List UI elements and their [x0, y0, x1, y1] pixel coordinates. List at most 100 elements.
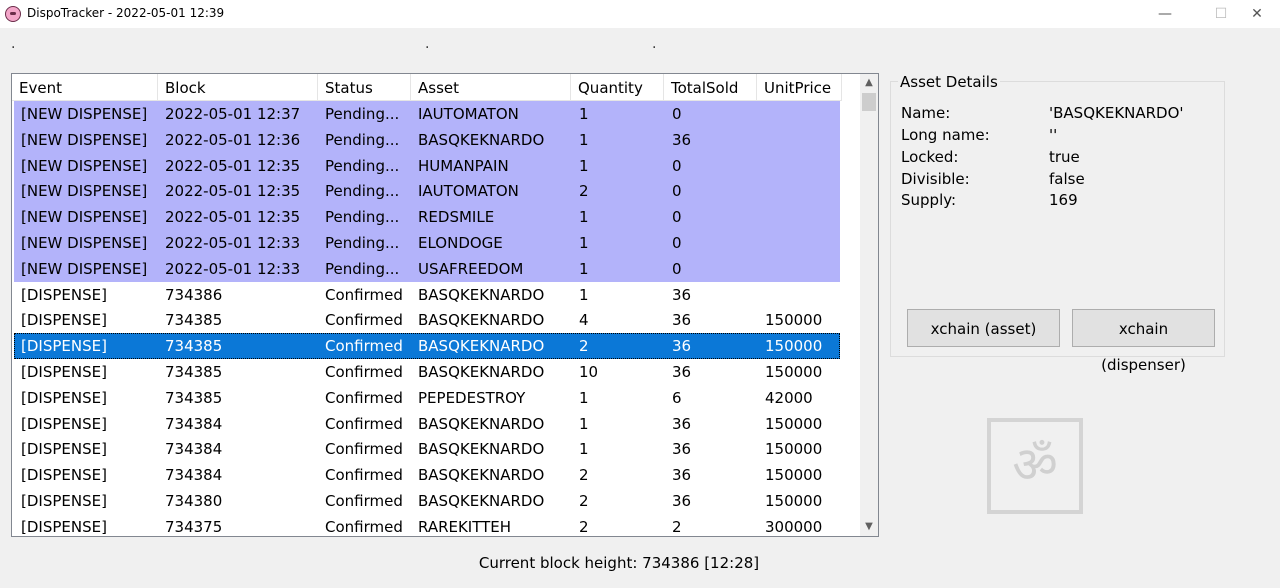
- scroll-up-arrow-icon[interactable]: ▲: [860, 74, 878, 92]
- cell-quantity: 2: [579, 182, 589, 201]
- cell-quantity: 1: [579, 440, 589, 459]
- table-row[interactable]: [DISPENSE] 734384 Confirmed BASQKEKNARDO 1 36…: [14, 411, 840, 437]
- close-button[interactable]: ✕: [1234, 0, 1280, 28]
- column-header-status[interactable]: Status: [318, 74, 411, 100]
- cell-status: Confirmed: [325, 440, 403, 459]
- column-header-block[interactable]: Block: [158, 74, 318, 100]
- cell-event: [DISPENSE]: [21, 440, 107, 459]
- column-header-unitprice[interactable]: UnitPrice: [757, 74, 842, 100]
- cell-totalsold: 0: [672, 182, 682, 201]
- cell-totalsold: 6: [672, 388, 682, 407]
- cell-quantity: 1: [579, 414, 589, 433]
- table-row[interactable]: [NEW DISPENSE] 2022-05-01 12:35 Pending...…: [14, 152, 840, 179]
- column-header-asset[interactable]: Asset: [411, 74, 571, 100]
- cell-event: [NEW DISPENSE]: [21, 182, 148, 201]
- table-row[interactable]: [DISPENSE] 734385 Confirmed BASQKEKNARDO 4 36…: [14, 307, 840, 333]
- name-label: Name:: [901, 104, 951, 122]
- cell-asset: USAFREEDOM: [418, 259, 524, 278]
- cell-asset: BASQKEKNARDO: [418, 285, 545, 304]
- vertical-scrollbar[interactable]: ▲ ▼: [860, 74, 878, 536]
- cell-quantity: 1: [579, 208, 589, 227]
- cell-event: [DISPENSE]: [21, 492, 107, 510]
- column-header-event[interactable]: Event: [12, 74, 158, 100]
- table-row[interactable]: [NEW DISPENSE] 2022-05-01 12:36 Pending...…: [14, 126, 840, 153]
- table-row[interactable]: [DISPENSE] 734375 Confirmed RAREKITTEH 2 2 300…: [14, 514, 840, 536]
- column-header-totalsold[interactable]: TotalSold: [664, 74, 757, 100]
- cell-status: Confirmed: [325, 337, 403, 356]
- block-height-status: Current block height: 734386 [12:28]: [478, 554, 760, 572]
- long-name-label: Long name:: [901, 126, 990, 144]
- cell-unitprice: 150000: [765, 363, 823, 381]
- scroll-down-arrow-icon[interactable]: ▼: [860, 518, 878, 536]
- cell-asset: REDSMILE: [418, 208, 495, 227]
- cell-unitprice: 150000: [765, 492, 823, 510]
- title-bar: DispoTracker - 2022-05-01 12:39 — ☐ ✕: [0, 0, 1280, 28]
- cell-block: 2022-05-01 12:35: [165, 208, 301, 227]
- cell-status: Pending...: [325, 156, 400, 175]
- scroll-thumb[interactable]: [862, 93, 876, 111]
- supply-label: Supply:: [901, 191, 957, 209]
- table-row[interactable]: [NEW DISPENSE] 2022-05-01 12:35 Pending...…: [14, 204, 840, 231]
- table-row[interactable]: [DISPENSE] 734385 Confirmed BASQKEKNARDO 10 3…: [14, 359, 840, 385]
- cell-event: [DISPENSE]: [21, 388, 107, 407]
- cell-quantity: 10: [579, 363, 599, 381]
- cell-block: 734384: [165, 466, 223, 485]
- menu-dot: .: [652, 36, 657, 52]
- cell-event: [DISPENSE]: [21, 414, 107, 433]
- cell-asset: HUMANPAIN: [418, 156, 509, 175]
- table-row[interactable]: [NEW DISPENSE] 2022-05-01 12:37 Pending...…: [14, 101, 840, 127]
- column-header-quantity[interactable]: Quantity: [571, 74, 664, 100]
- cell-quantity: 1: [579, 156, 589, 175]
- cell-totalsold: 0: [672, 208, 682, 227]
- cell-quantity: 4: [579, 311, 589, 330]
- table-row[interactable]: [DISPENSE] 734384 Confirmed BASQKEKNARDO 1 36…: [14, 436, 840, 462]
- table-row-selected[interactable]: [DISPENSE] 734385 Confirmed BASQKEKNARDO 2 36…: [14, 333, 840, 360]
- cell-asset: ELONDOGE: [418, 234, 503, 252]
- cell-quantity: 2: [579, 337, 589, 356]
- cell-block: 734384: [165, 414, 223, 433]
- divisible-value: false: [1049, 170, 1085, 188]
- supply-value: 169: [1049, 191, 1078, 209]
- window-title: DispoTracker - 2022-05-01 12:39: [27, 6, 225, 20]
- table-row[interactable]: [NEW DISPENSE] 2022-05-01 12:33 Pending...…: [14, 255, 840, 282]
- cell-event: [NEW DISPENSE]: [21, 234, 148, 252]
- cell-totalsold: 0: [672, 234, 682, 252]
- name-value: 'BASQKEKNARDO': [1049, 104, 1184, 122]
- cell-unitprice: 42000: [765, 388, 813, 407]
- long-name-value: '': [1049, 126, 1058, 144]
- table-row[interactable]: [DISPENSE] 734380 Confirmed BASQKEKNARDO 2 36…: [14, 488, 840, 514]
- dispense-grid[interactable]: Event Block Status Asset Quantity TotalS…: [11, 73, 879, 537]
- cell-event: [DISPENSE]: [21, 517, 107, 536]
- table-row[interactable]: [NEW DISPENSE] 2022-05-01 12:35 Pending...…: [14, 178, 840, 205]
- cell-status: Pending...: [325, 105, 400, 123]
- cell-totalsold: 36: [672, 492, 692, 510]
- cell-asset: IAUTOMATON: [418, 182, 519, 201]
- menu-dot: .: [11, 36, 16, 52]
- cell-quantity: 1: [579, 285, 589, 304]
- grid-header: Event Block Status Asset Quantity TotalS…: [12, 74, 842, 101]
- cell-block: 734385: [165, 363, 223, 381]
- table-row[interactable]: [DISPENSE] 734385 Confirmed PEPEDESTROY 1 6 42…: [14, 385, 840, 411]
- cell-asset: BASQKEKNARDO: [418, 130, 545, 149]
- cell-status: Confirmed: [325, 517, 403, 536]
- xchain-dispenser-button[interactable]: xchain (dispenser): [1072, 309, 1215, 374]
- cell-asset: BASQKEKNARDO: [418, 337, 545, 356]
- cell-unitprice: 150000: [765, 311, 823, 330]
- locked-label: Locked:: [901, 148, 959, 166]
- cell-unitprice: 150000: [765, 466, 823, 485]
- cell-block: 2022-05-01 12:36: [165, 130, 301, 149]
- table-row[interactable]: [NEW DISPENSE] 2022-05-01 12:33 Pending...…: [14, 230, 840, 256]
- cell-event: [DISPENSE]: [21, 466, 107, 485]
- table-row[interactable]: [DISPENSE] 734384 Confirmed BASQKEKNARDO 2 36…: [14, 462, 840, 488]
- cell-event: [DISPENSE]: [21, 285, 107, 304]
- minimize-button[interactable]: —: [1142, 0, 1188, 28]
- cell-totalsold: 36: [672, 130, 692, 149]
- cell-status: Confirmed: [325, 466, 403, 485]
- cell-totalsold: 36: [672, 285, 692, 304]
- app-icon: [5, 6, 21, 22]
- cell-quantity: 1: [579, 105, 589, 123]
- table-row[interactable]: [DISPENSE] 734386 Confirmed BASQKEKNARDO 1 36: [14, 282, 840, 308]
- xchain-asset-button[interactable]: xchain (asset): [907, 309, 1060, 347]
- cell-event: [NEW DISPENSE]: [21, 130, 148, 149]
- cell-quantity: 1: [579, 259, 589, 278]
